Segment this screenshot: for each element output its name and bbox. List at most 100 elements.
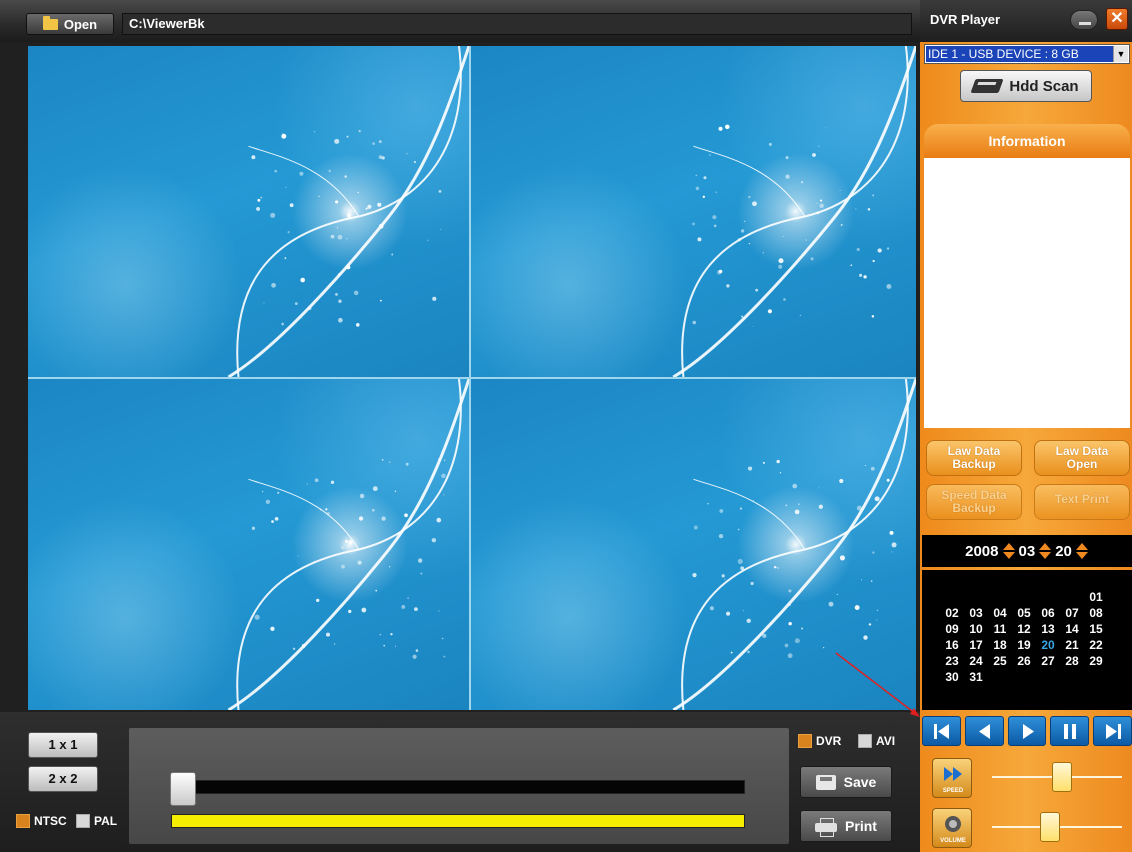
speed-button[interactable]: SPEED: [932, 758, 972, 798]
information-header: Information: [924, 124, 1130, 158]
ntsc-checkbox[interactable]: NTSC: [16, 814, 67, 828]
close-button[interactable]: ✕: [1106, 8, 1128, 30]
video-frame-artwork: [672, 46, 916, 377]
speed-slider-knob[interactable]: [1052, 762, 1072, 792]
calendar-day[interactable]: 24: [964, 654, 988, 669]
calendar-day[interactable]: 03: [964, 606, 988, 621]
calendar-day[interactable]: 15: [1084, 622, 1108, 637]
calendar-day[interactable]: 21: [1060, 638, 1084, 653]
transport-controls: [922, 716, 1132, 750]
skip-start-icon: [934, 724, 949, 739]
calendar-day[interactable]: 07: [1060, 606, 1084, 621]
calendar-day[interactable]: 02: [940, 606, 964, 621]
scanner-icon: [970, 79, 1004, 93]
dvr-checkbox[interactable]: DVR: [798, 734, 841, 748]
avi-label: AVI: [876, 734, 896, 748]
calendar-day[interactable]: 13: [1036, 622, 1060, 637]
video-channel-4[interactable]: [471, 379, 916, 710]
date-selector: 2008 03 20: [922, 535, 1132, 567]
volume-label: VOLUME: [940, 838, 966, 844]
calendar-day[interactable]: 22: [1084, 638, 1108, 653]
calendar-day[interactable]: 29: [1084, 654, 1108, 669]
calendar-day[interactable]: 27: [1036, 654, 1060, 669]
volume-button[interactable]: VOLUME: [932, 808, 972, 848]
open-button[interactable]: Open: [26, 13, 114, 35]
volume-slider-knob[interactable]: [1040, 812, 1060, 842]
calendar-day[interactable]: 11: [988, 622, 1012, 637]
calendar-day[interactable]: 14: [1060, 622, 1084, 637]
calendar-day[interactable]: 10: [964, 622, 988, 637]
calendar-day[interactable]: 12: [1012, 622, 1036, 637]
ntsc-label: NTSC: [34, 814, 67, 828]
calendar-day[interactable]: 19: [1012, 638, 1036, 653]
play-icon: [1022, 724, 1034, 739]
skip-to-start-button[interactable]: [922, 716, 961, 746]
calendar-day[interactable]: 09: [940, 622, 964, 637]
calendar: 01 02 03 04 05 06 07 08 09 10 11 12 13 14 15 16 17 18 19 20…: [922, 570, 1132, 710]
hdd-scan-button[interactable]: Hdd Scan: [960, 70, 1092, 102]
layout-2x2-button[interactable]: 2 x 2: [28, 766, 98, 792]
calendar-day[interactable]: 01: [1084, 590, 1108, 605]
layout-1x1-button[interactable]: 1 x 1: [28, 732, 98, 758]
calendar-day[interactable]: 28: [1060, 654, 1084, 669]
step-back-button[interactable]: [964, 716, 1004, 746]
minimize-button[interactable]: [1070, 10, 1098, 30]
speed-data-backup-button[interactable]: Speed Data Backup: [926, 484, 1022, 520]
calendar-day[interactable]: 18: [988, 638, 1012, 653]
calendar-blank: [940, 590, 964, 605]
calendar-blank: [1012, 590, 1036, 605]
year-spinner-icon[interactable]: [1002, 542, 1016, 560]
play-button[interactable]: [1007, 716, 1047, 746]
video-frame-artwork: [227, 379, 469, 710]
calendar-day[interactable]: 17: [964, 638, 988, 653]
pause-icon: [1064, 724, 1077, 739]
calendar-day[interactable]: 30: [940, 670, 964, 685]
path-field[interactable]: C:\ViewerBk: [122, 13, 912, 35]
year-value: 2008: [965, 542, 999, 560]
pal-checkbox[interactable]: PAL: [76, 814, 117, 828]
calendar-blank: [1036, 590, 1060, 605]
skip-to-end-button[interactable]: [1093, 716, 1132, 746]
video-channel-3[interactable]: [28, 379, 469, 710]
calendar-day[interactable]: 31: [964, 670, 988, 685]
dvr-checkbox-box: [798, 734, 812, 748]
device-select[interactable]: IDE 1 - USB DEVICE : 8 GB ▼: [924, 44, 1130, 64]
law-data-backup-button[interactable]: Law Data Backup: [926, 440, 1022, 476]
month-spinner-icon[interactable]: [1038, 542, 1052, 560]
calendar-day[interactable]: 06: [1036, 606, 1060, 621]
timeline-thumb[interactable]: [170, 772, 196, 806]
timeline-panel: [129, 728, 789, 844]
print-button[interactable]: Print: [800, 810, 892, 842]
video-channel-1[interactable]: [28, 46, 469, 377]
calendar-day[interactable]: 04: [988, 606, 1012, 621]
speed-label: SPEED: [942, 788, 964, 794]
day-spinner-icon[interactable]: [1075, 542, 1089, 560]
save-button[interactable]: Save: [800, 766, 892, 798]
calendar-day[interactable]: 26: [1012, 654, 1036, 669]
pause-button[interactable]: [1050, 716, 1090, 746]
toolbar: Open C:\ViewerBk: [0, 0, 920, 42]
information-box: [924, 158, 1130, 428]
calendar-day[interactable]: 23: [940, 654, 964, 669]
video-frame-artwork: [227, 46, 469, 377]
calendar-day[interactable]: 25: [988, 654, 1012, 669]
video-channel-2[interactable]: [471, 46, 916, 377]
text-print-button[interactable]: Text Print: [1034, 484, 1130, 520]
calendar-blank: [964, 590, 988, 605]
device-select-value: IDE 1 - USB DEVICE : 8 GB: [926, 46, 1114, 62]
playback-controls: 1 x 1 2 x 2 NTSC PAL DVR AVI Save Print: [0, 712, 920, 852]
calendar-day[interactable]: 08: [1084, 606, 1108, 621]
calendar-day[interactable]: 16: [940, 638, 964, 653]
law-data-open-line2: Open: [1066, 457, 1098, 471]
panel-titlebar: DVR Player ✕: [920, 0, 1132, 42]
timeline-track[interactable]: [171, 780, 745, 794]
pal-label: PAL: [94, 814, 118, 828]
close-icon: ✕: [1110, 10, 1124, 27]
calendar-day[interactable]: 05: [1012, 606, 1036, 621]
chevron-down-icon[interactable]: ▼: [1113, 46, 1128, 62]
calendar-day[interactable]: 20: [1036, 638, 1060, 653]
side-panel: DVR Player ✕ IDE 1 - USB DEVICE : 8 GB ▼…: [920, 0, 1132, 852]
avi-checkbox[interactable]: AVI: [858, 734, 895, 748]
law-data-open-button[interactable]: Law Data Open: [1034, 440, 1130, 476]
ntsc-checkbox-box: [16, 814, 30, 828]
